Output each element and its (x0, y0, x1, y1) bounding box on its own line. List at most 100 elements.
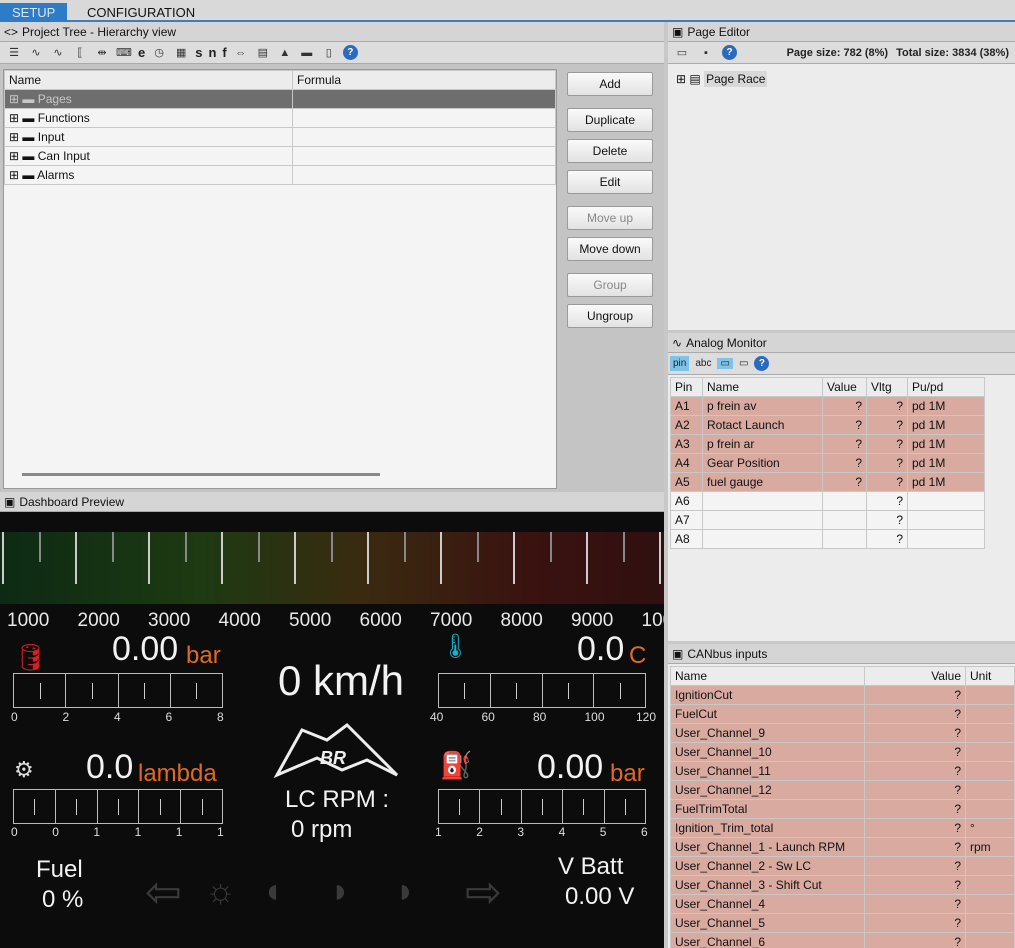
toolbar-n-button[interactable]: n (208, 45, 216, 60)
edit-button[interactable]: Edit (567, 170, 653, 194)
analog-row[interactable]: A3 p frein ar?? pd 1M (670, 434, 985, 454)
split-icon[interactable]: ⇹ (94, 46, 110, 59)
view-narrow-icon[interactable]: ▭ (739, 358, 748, 369)
add-button[interactable]: Add (567, 72, 653, 96)
canbus-row[interactable]: User_Channel_6? (670, 932, 1015, 948)
open-folder-icon[interactable]: ▭ (674, 46, 690, 59)
column-name[interactable]: Name (702, 377, 823, 397)
tree-row-functions[interactable]: ⊞ ▬ Functions (4, 108, 556, 128)
column-name[interactable]: Name (670, 666, 865, 686)
analog-cell: pd 1M (907, 472, 985, 492)
canbus-row[interactable]: User_Channel_10? (670, 742, 1015, 762)
canbus-row[interactable]: Ignition_Trim_total? ° (670, 818, 1015, 838)
expand-icon[interactable]: ⊞ (9, 168, 19, 182)
tree-row-can-input[interactable]: ⊞ ▬ Can Input (4, 146, 556, 166)
horizontal-scrollbar[interactable] (22, 473, 380, 476)
pin-toggle[interactable]: pin (670, 356, 690, 371)
analog-row[interactable]: A6? (670, 491, 985, 511)
bulb-icon: ☼ (205, 872, 237, 910)
group-button[interactable]: Group (567, 273, 653, 297)
gauge-tick-label: 6 (641, 825, 648, 839)
column-value[interactable]: Value (822, 377, 867, 397)
analog-row[interactable]: A1 p frein av?? pd 1M (670, 396, 985, 416)
canbus-row[interactable]: FuelCut? (670, 704, 1015, 724)
duplicate-button[interactable]: Duplicate (567, 108, 653, 132)
column-vltg[interactable]: Vltg (866, 377, 908, 397)
folder-icon[interactable]: ▬ (299, 47, 315, 59)
wave-icon[interactable]: ∿ (50, 46, 66, 59)
toolbar-s-button[interactable]: s (195, 45, 202, 60)
canbus-row[interactable]: User_Channel_12? (670, 780, 1015, 800)
save-icon[interactable]: ▪ (698, 47, 714, 59)
column-pupd[interactable]: Pu/pd (907, 377, 985, 397)
help-icon[interactable]: ? (342, 45, 358, 60)
oil-pressure-value: 0.00 (112, 630, 179, 668)
canbus-row[interactable]: User_Channel_3 - Shift Cut? (670, 875, 1015, 895)
analog-cell: ? (866, 396, 908, 416)
analog-icon[interactable]: ∿ (28, 46, 44, 59)
resize-icon[interactable]: ⇔ (233, 47, 249, 59)
toolbar-f-button[interactable]: f (222, 45, 226, 60)
analog-row[interactable]: A8? (670, 529, 985, 549)
document-icon[interactable]: ▯ (321, 46, 337, 59)
tree-row-pages[interactable]: ⊞ ▬ Pages (4, 89, 556, 109)
move-up-button[interactable]: Move up (567, 206, 653, 230)
column-unit[interactable]: Unit (965, 666, 1015, 686)
lambda-unit: lambda (138, 760, 217, 787)
canbus-row[interactable]: User_Channel_1 - Launch RPM? rpm (670, 837, 1015, 857)
expand-icon[interactable]: ⊞ (9, 149, 19, 163)
analog-cell: ? (866, 529, 908, 549)
analog-row[interactable]: A2 Rotact Launch?? pd 1M (670, 415, 985, 435)
rpm-tick-line (367, 532, 369, 584)
oil-pressure-gauge (13, 673, 223, 708)
page-tree-item[interactable]: ⊞ ▤ Page Race (676, 71, 768, 87)
view-wide-icon[interactable]: ▭ (717, 358, 733, 369)
column-formula-header[interactable]: Formula (292, 70, 556, 90)
form-icon[interactable]: ▤ (255, 46, 271, 59)
analog-cell: ? (866, 510, 908, 530)
tree-row-alarms[interactable]: ⊞ ▬ Alarms (4, 165, 556, 185)
canbus-row[interactable]: User_Channel_4? (670, 894, 1015, 914)
canbus-cell: ? (864, 837, 966, 857)
canbus-row[interactable]: FuelTrimTotal? (670, 799, 1015, 819)
expand-icon[interactable]: ⊞ (9, 130, 19, 144)
canbus-cell (965, 685, 1015, 705)
expand-icon[interactable]: ⊞ (9, 92, 19, 106)
column-pin[interactable]: Pin (670, 377, 703, 397)
tab-configuration[interactable]: CONFIGURATION (75, 3, 207, 22)
analog-row[interactable]: A5 fuel gauge?? pd 1M (670, 472, 985, 492)
ungroup-button[interactable]: Ungroup (567, 304, 653, 328)
canbus-row[interactable]: User_Channel_2 - Sw LC? (670, 856, 1015, 876)
top-tab-bar: SETUP CONFIGURATION (0, 0, 1015, 22)
table-icon[interactable]: ▦ (173, 46, 189, 59)
toolbar-e-button[interactable]: e (138, 45, 145, 60)
expand-icon[interactable]: ⊞ (676, 72, 686, 86)
canbus-row[interactable]: User_Channel_5? (670, 913, 1015, 933)
canbus-row[interactable]: User_Channel_9? (670, 723, 1015, 743)
column-value[interactable]: Value (864, 666, 966, 686)
help-icon[interactable]: ? (754, 356, 770, 371)
timer-icon[interactable]: ◷ (151, 46, 167, 59)
analog-row[interactable]: A4 Gear Position?? pd 1M (670, 453, 985, 473)
list-icon[interactable]: ☰ (6, 46, 22, 59)
column-name-header[interactable]: Name (4, 70, 293, 90)
canbus-row[interactable]: IgnitionCut? (670, 685, 1015, 705)
warning-icon[interactable]: ▲ (277, 47, 293, 59)
tab-setup[interactable]: SETUP (0, 3, 68, 22)
keyboard-icon[interactable]: ⌨ (116, 46, 132, 59)
gauge-tick-label: 1 (134, 825, 142, 839)
rpm-tick-line (38, 532, 41, 562)
analog-cell: ? (866, 472, 908, 492)
analog-row[interactable]: A7? (670, 510, 985, 530)
rpm-tick-line (148, 532, 150, 584)
tree-row-input[interactable]: ⊞ ▬ Input (4, 127, 556, 147)
delete-button[interactable]: Delete (567, 139, 653, 163)
expand-icon[interactable]: ⊞ (9, 111, 19, 125)
move-down-button[interactable]: Move down (567, 237, 653, 261)
canbus-row[interactable]: User_Channel_11? (670, 761, 1015, 781)
help-icon[interactable]: ? (722, 45, 737, 60)
panel-icon: ▣ (672, 24, 684, 39)
bracket-icon[interactable]: ⟦ (72, 46, 88, 59)
abc-toggle[interactable]: abc (695, 358, 711, 369)
folder-icon: ▬ (22, 92, 35, 106)
